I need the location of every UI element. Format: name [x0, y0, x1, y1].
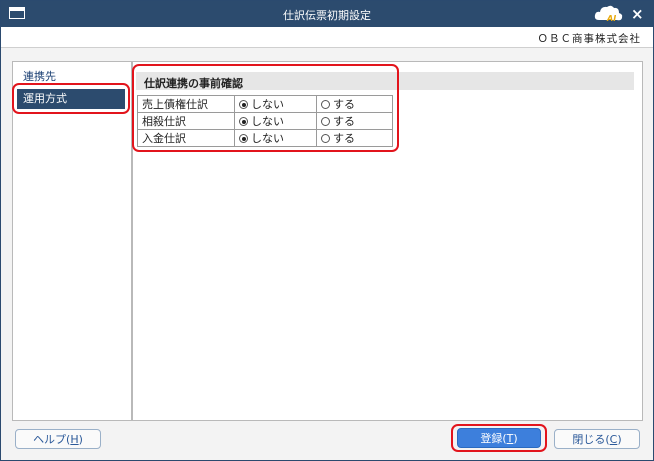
radio-option-suru[interactable]: する [316, 112, 393, 130]
close-button[interactable]: 閉じる(C) [554, 429, 640, 449]
row-label: 入金仕訳 [137, 129, 235, 147]
main-panel: 仕訳連携の事前確認 売上債権仕訳 しない する 相殺仕訳 しない する 入金仕訳… [132, 61, 643, 421]
radio-option-suru[interactable]: する [316, 129, 393, 147]
company-name: ＯＢＣ商事株式会社 [537, 33, 641, 45]
section-header: 仕訳連携の事前確認 [136, 72, 634, 90]
sidebar: 連携先 運用方式 [12, 61, 132, 421]
company-bar: ＯＢＣ商事株式会社 [1, 27, 653, 48]
table-row: 相殺仕訳 しない する [137, 112, 393, 130]
settings-table: 売上債権仕訳 しない する 相殺仕訳 しない する 入金仕訳 しない する [137, 95, 393, 147]
table-row: 入金仕訳 しない する [137, 129, 393, 147]
help-button[interactable]: ヘルプ(H) [15, 429, 101, 449]
radio-unselected-icon[interactable] [321, 100, 330, 109]
dialog-window: 仕訳伝票初期設定 AI × ＯＢＣ商事株式会社 連携先 運用方式 仕訳連携の事前… [0, 0, 654, 461]
radio-unselected-icon[interactable] [321, 117, 330, 126]
row-label: 売上債権仕訳 [137, 95, 235, 113]
row-label: 相殺仕訳 [137, 112, 235, 130]
title-bar: 仕訳伝票初期設定 AI × [1, 1, 653, 27]
ai-cloud-logo-icon: AI [594, 5, 623, 23]
radio-option-shinai[interactable]: しない [234, 112, 317, 130]
section-title: 仕訳連携の事前確認 [144, 77, 243, 90]
close-icon[interactable]: × [631, 5, 644, 23]
table-row: 売上債権仕訳 しない する [137, 95, 393, 113]
window-title: 仕訳伝票初期設定 [283, 9, 371, 22]
radio-selected-icon[interactable] [239, 117, 248, 126]
svg-text:AI: AI [606, 14, 616, 23]
radio-option-suru[interactable]: する [316, 95, 393, 113]
radio-unselected-icon[interactable] [321, 134, 330, 143]
register-button[interactable]: 登録(T) [457, 428, 541, 448]
sidebar-item-unyo-hoshiki[interactable]: 運用方式 [17, 89, 125, 109]
radio-option-shinai[interactable]: しない [234, 95, 317, 113]
radio-selected-icon[interactable] [239, 134, 248, 143]
radio-option-shinai[interactable]: しない [234, 129, 317, 147]
radio-selected-icon[interactable] [239, 100, 248, 109]
sidebar-item-renkeisaki[interactable]: 連携先 [17, 67, 125, 87]
